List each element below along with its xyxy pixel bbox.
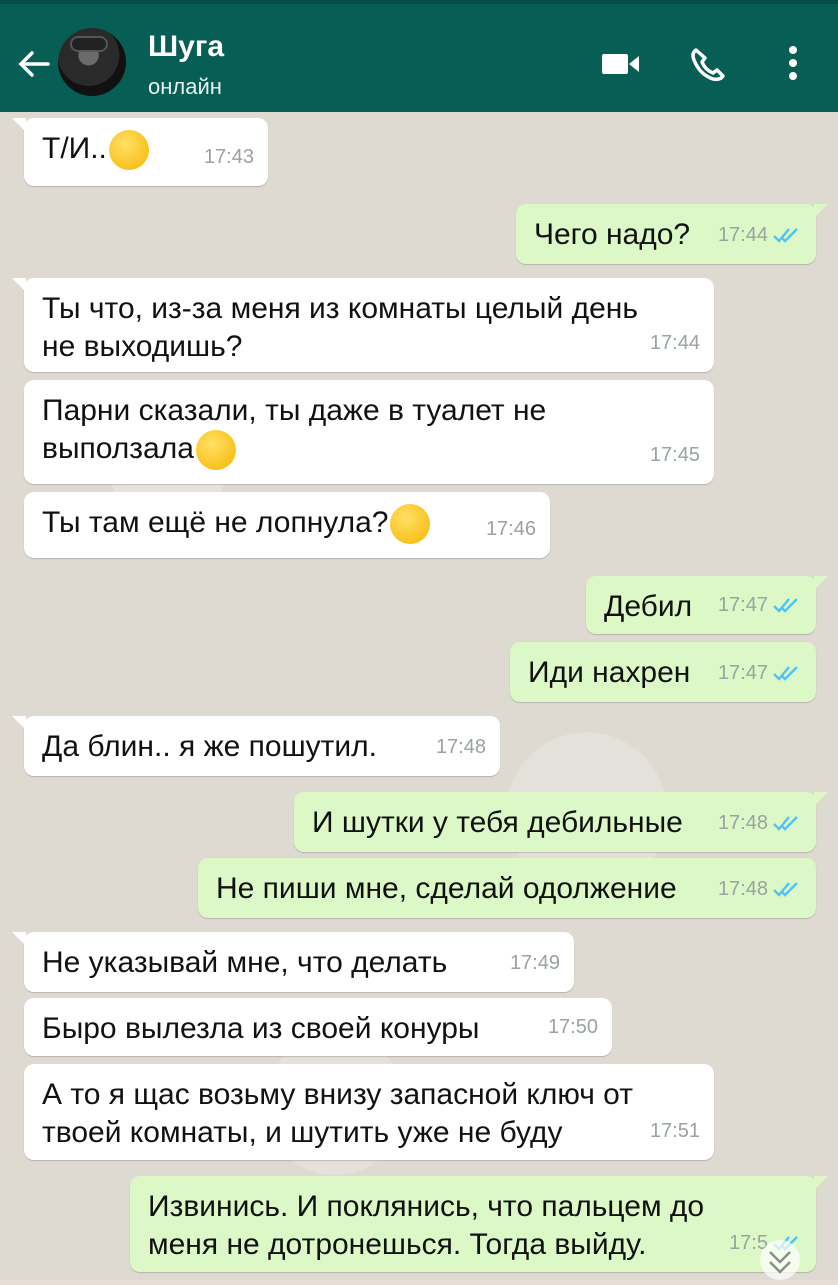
message-incoming[interactable]: Т/И.. 17:43 bbox=[12, 118, 268, 186]
eye-roll-face-emoji-icon bbox=[390, 504, 431, 545]
message-text: Ты там ещё не лопнула? bbox=[42, 506, 389, 539]
message-outgoing[interactable]: Не пиши мне, сделай одолжение 17:48 bbox=[198, 858, 816, 918]
message-time: 17:48 bbox=[435, 736, 486, 758]
phone-icon[interactable] bbox=[686, 44, 730, 84]
message-text: Не указывай мне, что делать bbox=[42, 946, 448, 979]
message-time: 17:44 bbox=[649, 332, 700, 354]
message-text: И шутки у тебя дебильные bbox=[312, 806, 683, 839]
message-text: Иди нахрен bbox=[528, 656, 691, 689]
message-text: Парни сказали, ты даже в туалет не выпол… bbox=[42, 394, 547, 465]
chevron-down-icon bbox=[769, 1251, 791, 1274]
avatar[interactable] bbox=[58, 28, 126, 96]
message-incoming[interactable]: А то я щас возьму внизу запасной ключ от… bbox=[24, 1064, 714, 1160]
contact-status: онлайн bbox=[148, 74, 222, 99]
read-ticks-icon bbox=[773, 882, 798, 897]
message-time: 17:49 bbox=[509, 952, 560, 974]
message-time: 17:44 bbox=[717, 224, 768, 246]
message-outgoing[interactable]: Чего надо? 17:44 bbox=[516, 204, 828, 264]
message-time: 17:45 bbox=[649, 444, 700, 466]
read-ticks-icon bbox=[773, 228, 798, 243]
message-time: 17:50 bbox=[547, 1016, 598, 1038]
message-time: 17:47 bbox=[717, 594, 768, 616]
astonished-face-emoji-icon bbox=[195, 430, 236, 471]
message-time: 17:51 bbox=[649, 1120, 700, 1142]
contact-name[interactable]: Шуга bbox=[148, 30, 224, 64]
message-text: Чего надо? bbox=[534, 218, 691, 251]
message-text: Т/И.. bbox=[42, 132, 107, 165]
read-ticks-icon bbox=[773, 666, 798, 681]
message-time: 17:46 bbox=[485, 518, 536, 540]
message-incoming[interactable]: Не указывай мне, что делать 17:49 bbox=[12, 932, 574, 992]
message-outgoing[interactable]: И шутки у тебя дебильные 17:48 bbox=[294, 792, 828, 852]
message-incoming[interactable]: Парни сказали, ты даже в туалет не выпол… bbox=[24, 380, 714, 484]
read-ticks-icon bbox=[773, 598, 798, 613]
message-text: Ты что, из-за меня из комнаты целый день… bbox=[42, 292, 638, 363]
message-incoming[interactable]: Ты что, из-за меня из комнаты целый день… bbox=[12, 278, 714, 372]
message-time: 17:47 bbox=[717, 662, 768, 684]
message-incoming[interactable]: Да блин.. я же пошутил. 17:48 bbox=[12, 716, 500, 776]
message-text: Быро вылезла из своей конуры bbox=[42, 1012, 480, 1045]
message-outgoing[interactable]: Извинись. И поклянись, что пальцем до ме… bbox=[130, 1176, 828, 1272]
message-text: Не пиши мне, сделай одолжение bbox=[216, 872, 677, 905]
message-incoming[interactable]: Ты там ещё не лопнула? 17:46 bbox=[24, 492, 550, 558]
message-outgoing[interactable]: Иди нахрен 17:47 bbox=[510, 642, 816, 702]
message-text: А то я щас возьму внизу запасной ключ от… bbox=[42, 1078, 633, 1149]
message-text: Да блин.. я же пошутил. bbox=[42, 730, 378, 763]
confused-face-emoji-icon bbox=[108, 130, 149, 171]
scroll-down-button[interactable] bbox=[760, 1240, 800, 1280]
chat-header: Шуга онлайн bbox=[0, 0, 838, 112]
message-incoming[interactable]: Быро вылезла из своей конуры 17:50 bbox=[24, 998, 612, 1056]
message-time: 17:48 bbox=[717, 812, 768, 834]
read-ticks-icon bbox=[773, 816, 798, 831]
message-outgoing[interactable]: Дебил 17:47 bbox=[586, 576, 828, 634]
back-arrow-icon[interactable] bbox=[14, 44, 54, 84]
message-time: 17:43 bbox=[203, 146, 254, 168]
message-text: Извинись. И поклянись, что пальцем до ме… bbox=[148, 1190, 705, 1261]
message-text: Дебил bbox=[604, 590, 693, 623]
more-vert-icon[interactable] bbox=[778, 44, 808, 84]
message-time: 17:48 bbox=[717, 878, 768, 900]
video-call-icon[interactable] bbox=[600, 44, 644, 84]
